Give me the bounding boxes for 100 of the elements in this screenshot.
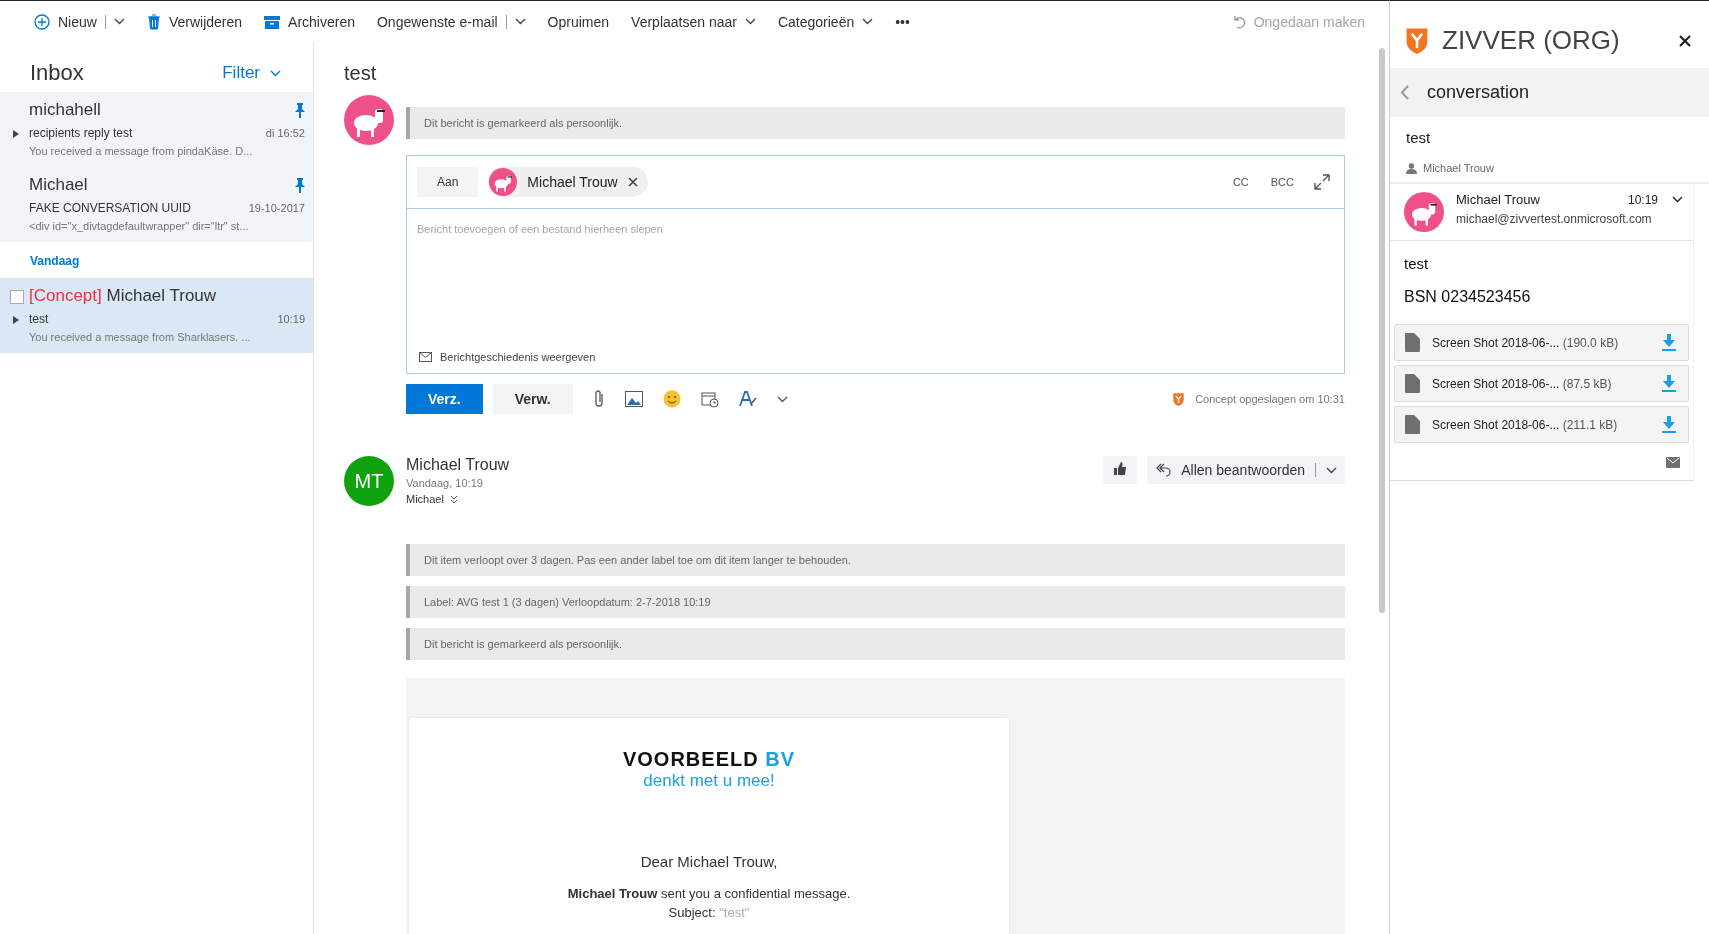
message-preview: <div id="x_divtagdefaultwrapper" dir="ltr" st...	[29, 220, 250, 232]
person-icon	[1406, 162, 1417, 174]
sender-name: michahell	[29, 100, 101, 120]
message-item[interactable]: Michael FAKE CONVERSATION UUID 19-10-2017 <div id="x_divtagdefaultwrapper" dir="ltr" st...	[0, 167, 313, 242]
sender-name: [Concept] Michael Trouw	[29, 286, 217, 306]
pin-icon[interactable]	[295, 102, 305, 118]
notice-bar: Label: AVG test 1 (3 dagen) Verloopdatum: 2-7-2018 10:19	[406, 586, 1345, 618]
caret-icon	[744, 18, 756, 25]
download-icon[interactable]	[1662, 375, 1676, 392]
toolbar-button[interactable]: •••	[887, 7, 918, 36]
attachment-name: Screen Shot 2018-06-... (190.0 kB)	[1432, 335, 1620, 350]
sender-email: michael@zivvertest.onmicrosoft.com	[1456, 212, 1653, 226]
caret-icon	[113, 18, 125, 25]
message-item[interactable]: [Concept] Michael Trouw test 10:19 You received a message from Sharklasers. ...	[0, 278, 313, 353]
caret-icon	[776, 395, 788, 403]
toolbar-button[interactable]: Verwijderen	[138, 7, 251, 36]
like-button[interactable]	[1103, 456, 1138, 484]
bcc-button[interactable]: BCC	[1264, 175, 1300, 189]
reply-all-button[interactable]: Allen beantwoorden	[1147, 456, 1345, 484]
pin-icon[interactable]	[295, 177, 305, 193]
attachment-item[interactable]: Screen Shot 2018-06-... (87.5 kB)	[1394, 365, 1689, 402]
message-time: 19-10-2017	[248, 202, 305, 214]
message-subject: test	[29, 312, 49, 326]
download-icon[interactable]	[1662, 334, 1676, 351]
conversation-subject: test	[1405, 128, 1432, 148]
smiley-icon[interactable]	[662, 390, 681, 408]
caret-icon	[1326, 466, 1337, 474]
caret-icon	[1672, 196, 1683, 203]
font-color-icon[interactable]	[738, 390, 757, 408]
history-link[interactable]: Berichtgeschiedenis weergeven	[407, 351, 608, 373]
close-icon[interactable]	[627, 177, 638, 187]
attachment-item[interactable]: Screen Shot 2018-06-... (190.0 kB)	[1394, 324, 1689, 361]
toolbar-button[interactable]: Categorieën	[769, 7, 882, 36]
expand-icon[interactable]	[13, 316, 19, 324]
recipient-chip[interactable]: Michael Trouw	[488, 167, 648, 197]
toolbar-button[interactable]: Archiveren	[256, 7, 363, 36]
subject-line: Subject: "test"	[667, 905, 751, 920]
attachment-name: Screen Shot 2018-06-... (211.1 kB)	[1432, 417, 1619, 432]
toolbar-button[interactable]: Ongewenste e-mail	[369, 7, 534, 36]
view-title: conversation	[1427, 82, 1530, 103]
checkbox[interactable]	[10, 290, 24, 304]
conversation-subject: test	[344, 62, 378, 85]
sender-avatar: MT	[344, 456, 394, 506]
download-icon[interactable]	[1662, 416, 1676, 433]
envelope-icon[interactable]	[1666, 457, 1680, 468]
expand-icon[interactable]	[13, 130, 19, 138]
paperclip-icon[interactable]	[592, 389, 605, 409]
trash-icon	[146, 13, 161, 30]
message-time: 10:19	[1627, 192, 1658, 207]
back-icon[interactable]	[1400, 85, 1409, 100]
discard-button[interactable]: Verw.	[492, 384, 573, 414]
caret-icon	[514, 18, 526, 25]
to-button[interactable]: Aan	[417, 167, 479, 197]
toolbar-button[interactable]: Verplaatsen naar	[623, 7, 764, 36]
expand-icon[interactable]	[1314, 174, 1330, 190]
close-icon[interactable]	[1679, 34, 1691, 47]
more-options-icon[interactable]	[776, 395, 788, 403]
saved-status: Concept opgeslagen om 10:31	[1195, 393, 1345, 405]
avatar-icon	[344, 95, 394, 145]
message-time: Vandaag, 10:19	[406, 477, 484, 489]
filter-button[interactable]: Filter	[216, 62, 287, 84]
toolbar-button[interactable]: Nieuw	[26, 7, 133, 36]
attachment-item[interactable]: Screen Shot 2018-06-... (211.1 kB)	[1394, 406, 1689, 443]
message-text: test	[1403, 254, 1430, 272]
envelope-icon	[419, 352, 432, 362]
toolbar-button[interactable]: Opruimen	[539, 7, 618, 36]
attachment-name: Screen Shot 2018-06-... (87.5 kB)	[1432, 376, 1613, 391]
shield-logo-icon	[1404, 26, 1430, 55]
greeting-text: Dear Michael Trouw,	[639, 853, 779, 870]
message-time: di 16:52	[265, 127, 305, 139]
participant-name: Michael Trouw	[1423, 162, 1494, 174]
avatar-icon	[1404, 192, 1444, 232]
compose-box[interactable]: Aan Michael Trouw CC BCC Bericht toevoegen of een bestand hierheen slepen Berichtgeschiedenis weergeven	[406, 155, 1345, 374]
shield-logo-icon	[1172, 391, 1186, 407]
notice-bar: Dit item verloopt over 3 dagen. Pas een ander label toe om dit item langer te behouden.	[406, 544, 1345, 576]
file-icon	[1405, 415, 1420, 434]
brand-logo: VOORBEELD BV	[621, 748, 796, 771]
scrollbar[interactable]	[1379, 48, 1385, 613]
message-text: BSN 0234523456	[1403, 287, 1532, 307]
notice-bar: Dit bericht is gemarkeerd als persoonlijk.	[406, 107, 1345, 139]
thumbs-up-icon	[1113, 462, 1128, 475]
message-subject: FAKE CONVERSATION UUID	[29, 201, 191, 215]
reply-all-icon	[1155, 463, 1172, 477]
recipient-name: Michael	[406, 493, 444, 505]
brand-tagline: denkt met u mee!	[642, 771, 776, 791]
double-chevron-icon[interactable]	[449, 494, 458, 504]
send-button[interactable]: Verz.	[406, 384, 483, 414]
image-icon[interactable]	[624, 391, 643, 407]
message-preview: You received a message from pindaKäse. D...	[29, 145, 254, 157]
recipient-name: Michael Trouw	[527, 174, 618, 190]
message-item[interactable]: michahell recipients reply test di 16:52 You received a message from pindaKäse. D...	[0, 92, 313, 167]
undo-icon	[1231, 14, 1246, 29]
calendar-icon[interactable]	[700, 390, 719, 408]
file-icon	[1405, 374, 1420, 393]
cc-button[interactable]: CC	[1226, 175, 1255, 189]
message-preview: You received a message from Sharklasers. ...	[29, 331, 252, 343]
folder-title: Inbox	[30, 60, 84, 86]
plus-icon	[34, 13, 50, 30]
addin-title: ZIVVER (ORG)	[1442, 25, 1621, 56]
avatar-icon	[489, 168, 518, 196]
